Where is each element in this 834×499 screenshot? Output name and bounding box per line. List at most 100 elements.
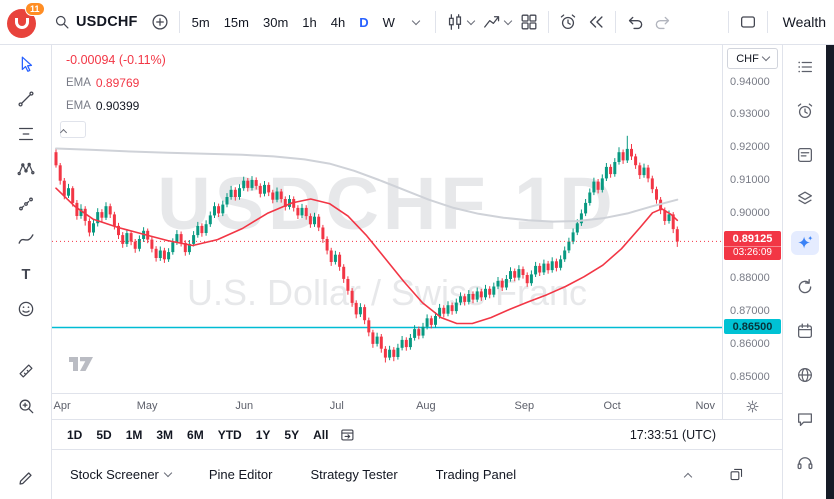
symbol-label: USDCHF — [76, 14, 138, 30]
ai-assistant-button[interactable] — [790, 231, 819, 255]
ruler-icon — [16, 361, 36, 381]
range-1m[interactable]: 1M — [119, 425, 150, 445]
timeframe-15m[interactable]: 15m — [217, 8, 256, 36]
range-1d[interactable]: 1D — [60, 425, 89, 445]
timeframe-1h[interactable]: 1h — [295, 8, 323, 36]
price-tick-label: 0.87000 — [730, 305, 770, 318]
maximize-chart-button[interactable] — [734, 7, 762, 37]
tab-pine-editor[interactable]: Pine Editor — [209, 467, 273, 482]
range-1y[interactable]: 1Y — [249, 425, 278, 445]
cursor-tool-button[interactable] — [13, 53, 39, 75]
range-ytd[interactable]: YTD — [211, 425, 249, 445]
chevron-down-icon — [503, 16, 513, 25]
emoji-tool-button[interactable] — [13, 298, 39, 320]
globe-icon — [795, 365, 815, 385]
undo-button[interactable] — [621, 7, 649, 37]
go-to-date-button[interactable] — [339, 426, 357, 444]
timeframe-1w[interactable]: W — [376, 8, 402, 36]
price-tick-label: 0.92000 — [730, 141, 770, 154]
timeframe-30m[interactable]: 30m — [256, 8, 295, 36]
timeframe-4h[interactable]: 4h — [324, 8, 352, 36]
pattern-tool-button[interactable] — [13, 158, 39, 180]
chevron-up-icon — [683, 472, 693, 481]
calendar-icon — [795, 321, 815, 341]
time-axis[interactable]: Apr May Jun Jul Aug Sep Oct Nov — [52, 393, 722, 419]
time-axis-label: Jun — [235, 400, 254, 412]
bar-countdown-timer: 03:26:09 — [724, 246, 781, 260]
panel-expand-button[interactable] — [674, 463, 702, 487]
price-axis[interactable]: CHF 0.94000 0.93000 0.92000 0.91000 0.90000 0… — [722, 45, 782, 393]
price-tick-label: 0.85000 — [730, 370, 770, 383]
tab-stock-screener[interactable]: Stock Screener — [70, 467, 173, 482]
fib-retracement-tool-button[interactable] — [13, 123, 39, 145]
tradingview-logo[interactable] — [68, 352, 95, 381]
currency-toggle-button[interactable]: CHF — [727, 48, 778, 69]
replay-button[interactable] — [791, 275, 819, 299]
brush-tool-button[interactable] — [13, 228, 39, 250]
chat-bubble-icon — [795, 409, 815, 429]
tab-label: Pine Editor — [208, 467, 273, 482]
forecast-tool-button[interactable] — [13, 193, 39, 215]
price-level-badge: 0.86500 — [724, 319, 781, 335]
forecast-icon — [16, 194, 36, 214]
redo-icon — [653, 12, 673, 32]
wealth-menu-item[interactable]: Wealth — [773, 14, 834, 30]
add-symbol-button[interactable] — [146, 7, 174, 37]
pencil-icon — [16, 468, 36, 488]
alerts-button[interactable] — [791, 99, 819, 123]
zoom-tool-button[interactable] — [13, 395, 39, 417]
object-tree-button[interactable] — [791, 187, 819, 211]
text-tool-button[interactable]: T — [13, 263, 39, 285]
price-tick-label: 0.93000 — [730, 108, 770, 121]
axis-settings-corner — [722, 393, 782, 419]
range-5y[interactable]: 5Y — [277, 425, 306, 445]
timeframe-1d[interactable]: D — [352, 8, 375, 36]
timeframe-5m[interactable]: 5m — [185, 8, 217, 36]
watchlist-button[interactable] — [791, 55, 819, 79]
edit-drawings-button[interactable] — [13, 467, 39, 489]
collapsed-panel-strip[interactable] — [826, 45, 834, 499]
toolbar-separator — [614, 11, 616, 33]
redo-button[interactable] — [649, 7, 677, 37]
trendline-tool-button[interactable] — [13, 88, 39, 110]
symbol-search-button[interactable]: USDCHF — [45, 7, 146, 37]
price-tick-label: 0.91000 — [730, 174, 770, 186]
support-button[interactable] — [791, 451, 819, 475]
ideas-button[interactable] — [791, 363, 819, 387]
ema-fast-value: 0.89769 — [95, 76, 140, 90]
range-3m[interactable]: 3M — [149, 425, 180, 445]
chat-button[interactable] — [791, 407, 819, 431]
calendar-button[interactable] — [791, 319, 819, 343]
tab-strategy-tester[interactable]: Strategy Tester — [310, 467, 397, 482]
chevron-up-icon — [59, 128, 68, 137]
candlestick-style-icon — [445, 12, 465, 32]
timeframe-menu-button[interactable] — [402, 7, 430, 37]
alert-button[interactable] — [554, 7, 582, 37]
sparkle-icon — [795, 233, 815, 253]
range-all[interactable]: All — [306, 425, 335, 445]
gear-icon[interactable] — [745, 399, 760, 414]
last-price-badge: 0.89125 03:26:09 — [724, 231, 781, 260]
price-tick-label: 0.90000 — [730, 206, 770, 219]
range-5d[interactable]: 5D — [89, 425, 118, 445]
legend-collapse-button[interactable] — [59, 121, 86, 138]
time-axis-label: Oct — [603, 400, 621, 412]
tab-trading-panel[interactable]: Trading Panel — [436, 467, 516, 482]
watchlist-icon — [795, 57, 815, 77]
time-axis-label: Aug — [416, 400, 436, 412]
layout-grid-button[interactable] — [515, 7, 543, 37]
panel-restore-button[interactable] — [722, 463, 750, 487]
headset-icon — [795, 453, 815, 473]
ema-slow-value: 0.90399 — [95, 99, 140, 113]
price-tick-label: 0.86000 — [730, 337, 770, 350]
chart-style-button[interactable] — [441, 7, 478, 37]
clock-timezone-button[interactable]: 17:33:51 (UTC) — [630, 428, 716, 442]
right-sidebar — [782, 45, 826, 499]
measure-tool-button[interactable] — [13, 360, 39, 382]
data-window-button[interactable] — [791, 143, 819, 167]
account-logo[interactable]: 11 — [5, 2, 45, 41]
indicators-button[interactable] — [478, 7, 515, 37]
range-6m[interactable]: 6M — [180, 425, 211, 445]
bar-replay-button[interactable] — [582, 7, 610, 37]
xabcd-pattern-icon — [16, 159, 36, 179]
